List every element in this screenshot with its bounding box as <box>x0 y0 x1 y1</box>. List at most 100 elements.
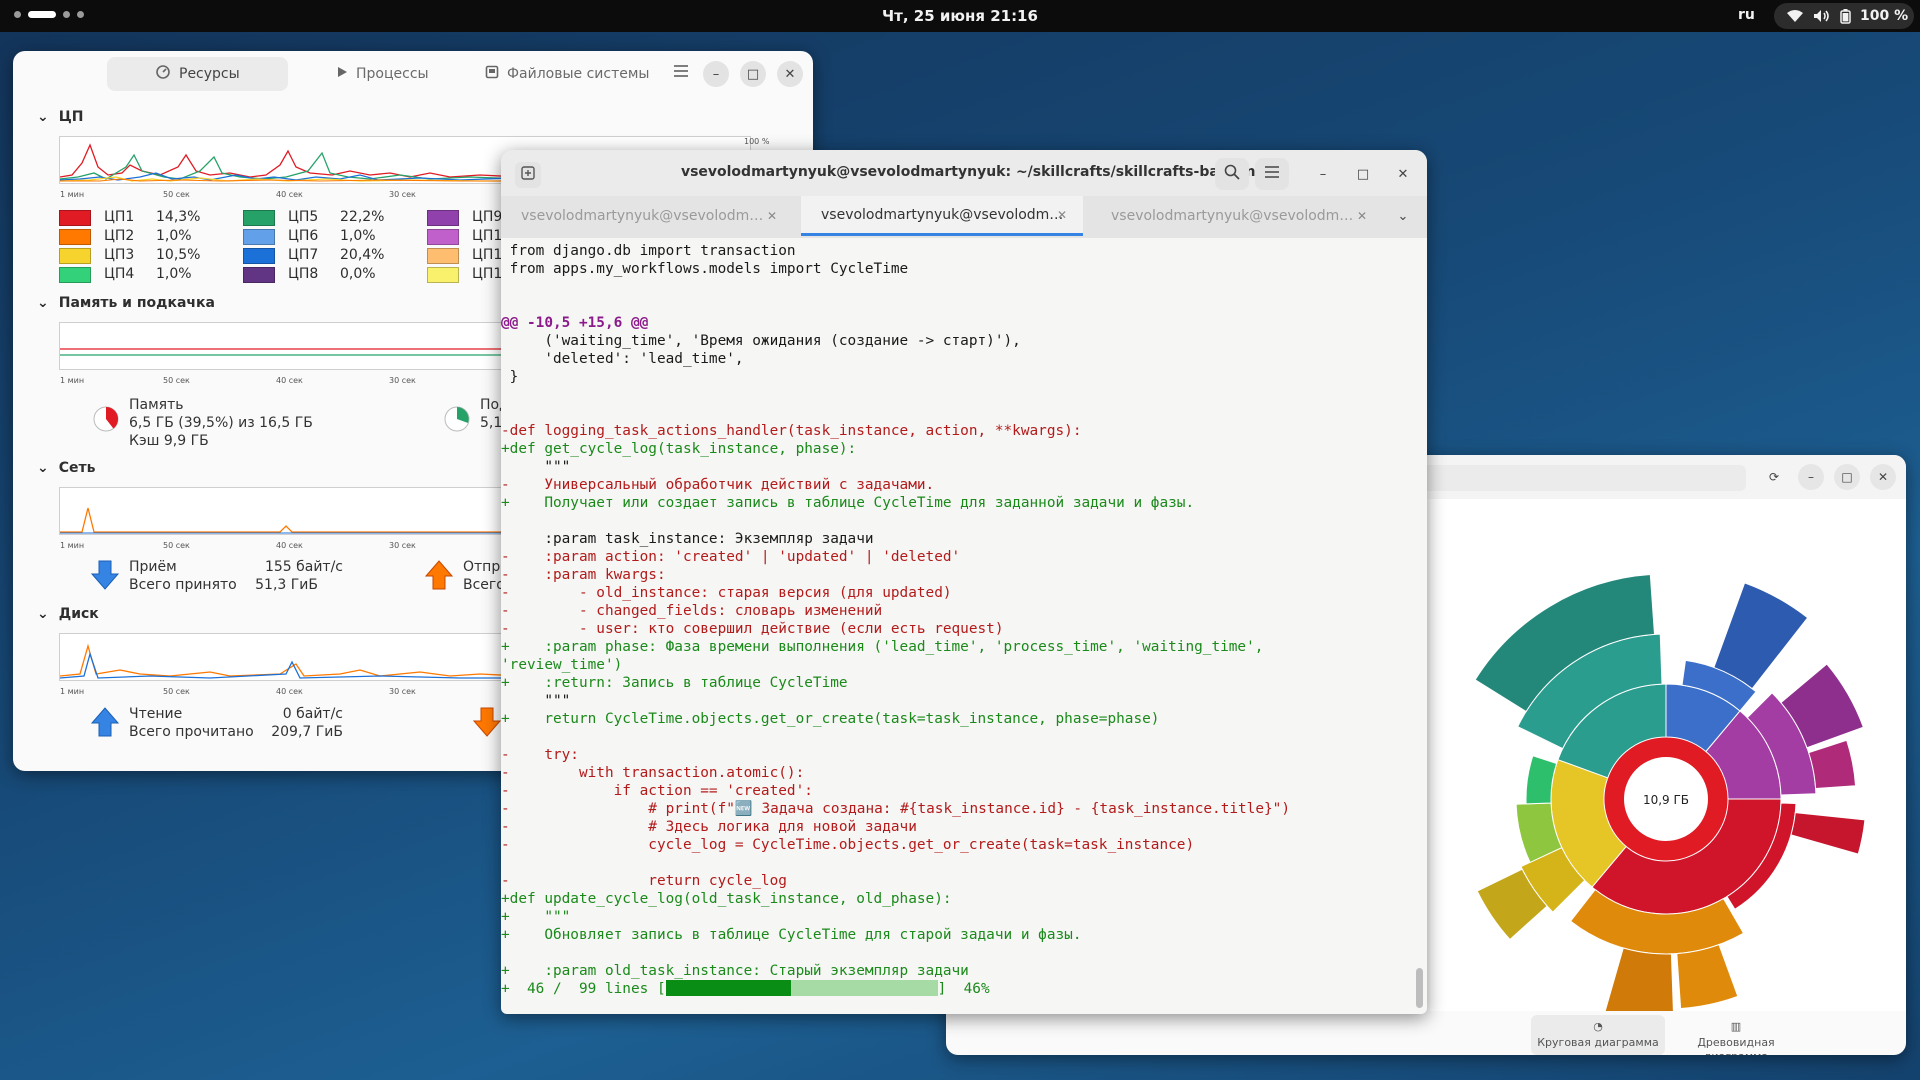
memory-tick-50s: 50 сек <box>163 376 190 385</box>
cpu-label: ЦП2 <box>104 228 135 244</box>
cpu-color-swatch[interactable] <box>59 210 91 226</box>
disk-read-arrow-icon <box>90 707 120 741</box>
system-monitor-header: Ресурсы Процессы Файловые системы – □ ✕ <box>13 51 813 97</box>
terminal-tab-3[interactable]: vsevolodmartynyuk@vsevolodm… ✕ <box>1091 196 1383 236</box>
analyzer-minimize-button[interactable]: – <box>1798 464 1824 490</box>
diff-line: - Универсальный обработчик действий с за… <box>501 477 935 493</box>
cpu-color-swatch[interactable] <box>59 267 91 283</box>
pager-prefix: + 46 / 99 lines [ <box>501 981 666 997</box>
close-icon: ✕ <box>1877 470 1889 484</box>
terminal-title: vsevolodmartynyuk@vsevolodmartynyuk: ~/s… <box>680 164 1282 180</box>
maximize-button[interactable]: □ <box>740 61 766 87</box>
ring-segment[interactable] <box>1676 944 1739 1010</box>
network-section-header[interactable]: ⌄ Сеть <box>37 460 95 476</box>
diff-line: -def logging_task_actions_handler(task_i… <box>501 423 1082 439</box>
new-tab-button[interactable] <box>515 162 541 188</box>
receive-total: 51,3 ГиБ <box>255 577 318 593</box>
tab-overview-button[interactable]: ⌄ <box>1390 203 1416 229</box>
cpu-value: 22,2% <box>340 209 385 225</box>
view-treemap-button[interactable]: ▥ Древовидная диаграмма <box>1669 1015 1803 1055</box>
view-ring-chart-button[interactable]: ◔ Круговая диаграмма <box>1531 1015 1665 1055</box>
treemap-label: Древовидная диаграмма <box>1697 1036 1775 1055</box>
ring-segment[interactable] <box>1713 582 1809 690</box>
terminal-output[interactable]: from django.db import transaction from a… <box>501 242 1416 1014</box>
diff-line <box>501 944 1416 962</box>
terminal-header: vsevolodmartynyuk@vsevolodmartynyuk: ~/s… <box>501 150 1427 196</box>
diff-line: - - changed_fields: словарь изменений <box>501 603 883 619</box>
terminal-tab-2[interactable]: vsevolodmartynyuk@vsevolodm… ✕ <box>801 196 1083 236</box>
terminal-search-button[interactable] <box>1215 158 1249 190</box>
diff-line <box>501 512 1416 530</box>
cpu-color-swatch[interactable] <box>427 210 459 226</box>
cpu-section-header[interactable]: ⌄ ЦП <box>37 109 83 125</box>
cpu-value: 20,4% <box>340 247 385 263</box>
diff-line <box>501 296 1416 314</box>
tab-close-icon[interactable]: ✕ <box>767 209 777 223</box>
cpu-color-swatch[interactable] <box>427 267 459 283</box>
terminal-scrollbar[interactable] <box>1416 968 1423 1008</box>
network-tick-1min: 1 мин <box>60 541 85 550</box>
cpu-label: ЦП5 <box>288 209 319 225</box>
diff-line: - # print(f"🆕 Задача создана: #{task_ins… <box>501 801 1291 817</box>
terminal-menu-button[interactable] <box>1255 158 1289 190</box>
cpu-color-swatch[interactable] <box>427 248 459 264</box>
cpu-color-swatch[interactable] <box>243 248 275 264</box>
terminal-maximize-button[interactable]: □ <box>1350 161 1376 187</box>
memory-title: Память <box>129 397 184 413</box>
keyboard-layout[interactable]: ru <box>1738 7 1755 23</box>
new-tab-icon <box>521 166 535 184</box>
terminal-tab-1[interactable]: vsevolodmartynyuk@vsevolodm… ✕ <box>501 196 793 236</box>
reload-icon: ⟳ <box>1768 470 1780 484</box>
cpu-color-swatch[interactable] <box>59 248 91 264</box>
cpu-color-swatch[interactable] <box>243 229 275 245</box>
memory-tick-1min: 1 мин <box>60 376 85 385</box>
ring-segment[interactable] <box>1600 947 1675 1035</box>
diff-line: - :param kwargs: <box>501 567 666 583</box>
cpu-value: 14,3% <box>156 209 201 225</box>
analyzer-maximize-button[interactable]: □ <box>1834 464 1860 490</box>
diff-line: - - user: кто совершил действие (если ес… <box>501 621 1004 637</box>
terminal-close-button[interactable]: ✕ <box>1390 161 1416 187</box>
cpu-color-swatch[interactable] <box>427 229 459 245</box>
reload-button[interactable]: ⟳ <box>1761 464 1787 490</box>
tab-resources[interactable]: Ресурсы <box>107 57 288 91</box>
memory-usage: 6,5 ГБ (39,5%) из 16,5 ГБ <box>129 415 313 431</box>
clock[interactable]: Чт, 25 июня 21:16 <box>0 7 1920 25</box>
ring-chart[interactable]: 10,9 ГБ <box>1430 499 1906 1035</box>
cpu-value: 1,0% <box>156 228 192 244</box>
tab-filesystems[interactable]: Файловые системы <box>485 57 650 91</box>
diff-line: - return cycle_log <box>501 873 787 889</box>
ring-segment[interactable] <box>1790 812 1866 855</box>
cpu-section-title: ЦП <box>58 109 84 125</box>
battery-percent: 100 % <box>1860 8 1909 24</box>
tab-filesystems-label: Файловые системы <box>507 66 650 82</box>
close-button[interactable]: ✕ <box>777 61 803 87</box>
download-arrow-icon <box>90 560 120 594</box>
cpu-value: 10,5% <box>156 247 201 263</box>
tab-close-icon[interactable]: ✕ <box>1357 209 1367 223</box>
terminal-tab-bar: vsevolodmartynyuk@vsevolodm… ✕ vsevolodm… <box>501 196 1427 238</box>
memory-section-title: Память и подкачка <box>58 295 215 311</box>
diff-line: - :param action: 'created' | 'updated' |… <box>501 549 961 565</box>
memory-pie-icon <box>92 405 120 437</box>
tab-close-icon[interactable]: ✕ <box>1057 208 1067 222</box>
battery-icon <box>1840 8 1851 24</box>
tab-processes[interactable]: Процессы <box>336 57 429 91</box>
cpu-color-swatch[interactable] <box>243 267 275 283</box>
system-tray[interactable]: 100 % <box>1774 3 1914 29</box>
cpu-value: 1,0% <box>156 266 192 282</box>
memory-section-header[interactable]: ⌄ Память и подкачка <box>37 295 215 311</box>
diff-line: + :param old_task_instance: Старый экзем… <box>501 963 969 979</box>
minimize-button[interactable]: – <box>703 61 729 87</box>
cpu-color-swatch[interactable] <box>243 210 275 226</box>
ring-segment[interactable] <box>1808 739 1857 790</box>
menu-button[interactable] <box>668 60 694 86</box>
cpu-tick-50s: 50 сек <box>163 190 190 199</box>
diff-line: """ <box>501 693 571 709</box>
cpu-value: 0,0% <box>340 266 376 282</box>
cpu-color-swatch[interactable] <box>59 229 91 245</box>
search-icon <box>1224 164 1240 184</box>
analyzer-close-button[interactable]: ✕ <box>1870 464 1896 490</box>
disk-section-header[interactable]: ⌄ Диск <box>37 606 99 622</box>
terminal-minimize-button[interactable]: – <box>1310 161 1336 187</box>
